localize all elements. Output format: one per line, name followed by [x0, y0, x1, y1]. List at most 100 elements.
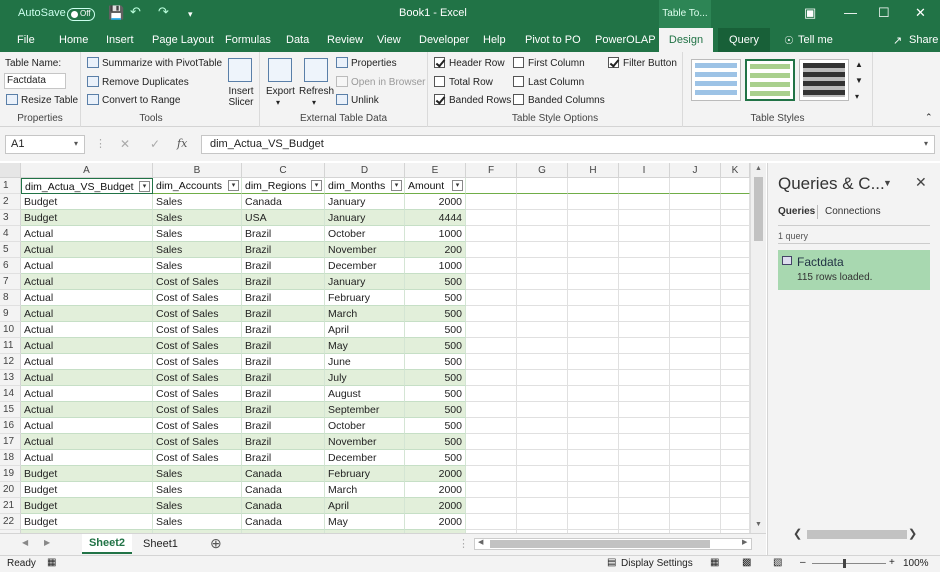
- empty-cell[interactable]: [517, 338, 568, 354]
- table-cell[interactable]: 500: [405, 402, 466, 418]
- table-cell[interactable]: Actual: [21, 242, 153, 258]
- table-cell[interactable]: Cost of Sales: [153, 402, 242, 418]
- insert-function-icon[interactable]: fx: [177, 137, 187, 150]
- undo-icon[interactable]: ↶: [130, 4, 141, 20]
- table-cell[interactable]: Budget: [21, 482, 153, 498]
- styles-scroll-up-icon[interactable]: ▲: [855, 60, 863, 69]
- macro-record-icon[interactable]: ▦: [47, 557, 56, 568]
- row-number[interactable]: 12: [0, 354, 21, 370]
- empty-cell[interactable]: [568, 210, 619, 226]
- empty-cell[interactable]: [619, 306, 670, 322]
- empty-cell[interactable]: [721, 322, 750, 338]
- hscroll-thumb[interactable]: [490, 540, 710, 548]
- table-cell[interactable]: 2000: [405, 514, 466, 530]
- pane-options-icon[interactable]: ▼: [883, 178, 892, 188]
- empty-cell[interactable]: [568, 514, 619, 530]
- empty-cell[interactable]: [670, 322, 721, 338]
- autosave-toggle[interactable]: Off: [67, 8, 95, 21]
- empty-cell[interactable]: [568, 450, 619, 466]
- empty-cell[interactable]: [568, 274, 619, 290]
- table-cell[interactable]: April: [325, 498, 405, 514]
- table-cell[interactable]: January: [325, 210, 405, 226]
- new-sheet-icon[interactable]: ⊕: [210, 535, 222, 552]
- table-cell[interactable]: Canada: [242, 498, 325, 514]
- query-item-factdata[interactable]: Factdata 115 rows loaded.: [778, 250, 930, 290]
- styles-more-icon[interactable]: ▾: [855, 92, 859, 101]
- empty-cell[interactable]: [721, 338, 750, 354]
- empty-cell[interactable]: [721, 178, 750, 194]
- table-cell[interactable]: Sales: [153, 242, 242, 258]
- hscroll-left-icon[interactable]: ◀: [478, 538, 483, 546]
- col-header-d[interactable]: D: [325, 163, 405, 178]
- table-cell[interactable]: January: [325, 194, 405, 210]
- table-cell[interactable]: November: [325, 434, 405, 450]
- empty-cell[interactable]: [721, 466, 750, 482]
- empty-cell[interactable]: [619, 274, 670, 290]
- empty-cell[interactable]: [466, 482, 517, 498]
- table-cell[interactable]: Cost of Sales: [153, 354, 242, 370]
- empty-cell[interactable]: [517, 194, 568, 210]
- table-cell[interactable]: 2000: [405, 498, 466, 514]
- empty-cell[interactable]: [568, 402, 619, 418]
- table-cell[interactable]: 500: [405, 450, 466, 466]
- table-cell[interactable]: Cost of Sales: [153, 290, 242, 306]
- sheet-tab-sheet2[interactable]: Sheet2: [82, 534, 132, 554]
- row-number[interactable]: 8: [0, 290, 21, 306]
- empty-cell[interactable]: [619, 322, 670, 338]
- tab-data[interactable]: Data: [286, 34, 309, 46]
- pane-close-icon[interactable]: ✕: [915, 174, 927, 191]
- table-cell[interactable]: Actual: [21, 226, 153, 242]
- row-number[interactable]: 14: [0, 386, 21, 402]
- empty-cell[interactable]: [670, 178, 721, 194]
- properties-button[interactable]: Properties: [336, 57, 397, 69]
- empty-cell[interactable]: [721, 194, 750, 210]
- empty-cell[interactable]: [670, 194, 721, 210]
- tabs-splitter-icon[interactable]: ⋮: [458, 537, 469, 550]
- table-cell[interactable]: Actual: [21, 258, 153, 274]
- header-cell[interactable]: dim_Actua_VS_Budget ▾: [21, 178, 153, 194]
- table-cell[interactable]: July: [325, 370, 405, 386]
- col-header-g[interactable]: G: [517, 163, 568, 178]
- page-break-view-icon[interactable]: ▧: [773, 557, 782, 568]
- empty-cell[interactable]: [466, 178, 517, 194]
- empty-cell[interactable]: [466, 370, 517, 386]
- table-cell[interactable]: Cost of Sales: [153, 306, 242, 322]
- empty-cell[interactable]: [517, 210, 568, 226]
- table-cell[interactable]: September: [325, 402, 405, 418]
- empty-cell[interactable]: [517, 290, 568, 306]
- styles-scroll-down-icon[interactable]: ▼: [855, 76, 863, 85]
- table-cell[interactable]: December: [325, 258, 405, 274]
- table-cell[interactable]: Cost of Sales: [153, 322, 242, 338]
- row-number[interactable]: 11: [0, 338, 21, 354]
- empty-cell[interactable]: [670, 482, 721, 498]
- empty-cell[interactable]: [517, 354, 568, 370]
- table-cell[interactable]: 200: [405, 242, 466, 258]
- table-style-dark[interactable]: [799, 59, 849, 101]
- table-cell[interactable]: Canada: [242, 466, 325, 482]
- share-icon[interactable]: ↗: [893, 34, 902, 47]
- table-cell[interactable]: Actual: [21, 274, 153, 290]
- pane-scroll-right-icon[interactable]: ❯: [908, 527, 917, 540]
- table-cell[interactable]: 500: [405, 322, 466, 338]
- table-cell[interactable]: Cost of Sales: [153, 434, 242, 450]
- row-number[interactable]: 13: [0, 370, 21, 386]
- table-cell[interactable]: Brazil: [242, 274, 325, 290]
- empty-cell[interactable]: [517, 402, 568, 418]
- empty-cell[interactable]: [466, 466, 517, 482]
- row-number[interactable]: 20: [0, 482, 21, 498]
- table-cell[interactable]: Canada: [242, 194, 325, 210]
- table-cell[interactable]: Sales: [153, 258, 242, 274]
- row-number[interactable]: 2: [0, 194, 21, 210]
- table-cell[interactable]: May: [325, 514, 405, 530]
- col-header-j[interactable]: J: [670, 163, 721, 178]
- empty-cell[interactable]: [517, 242, 568, 258]
- empty-cell[interactable]: [670, 450, 721, 466]
- table-cell[interactable]: Budget: [21, 498, 153, 514]
- table-style-green-selected[interactable]: [745, 59, 795, 101]
- empty-cell[interactable]: [721, 450, 750, 466]
- empty-cell[interactable]: [568, 386, 619, 402]
- table-cell[interactable]: 2000: [405, 194, 466, 210]
- table-cell[interactable]: Brazil: [242, 258, 325, 274]
- table-cell[interactable]: October: [325, 418, 405, 434]
- table-cell[interactable]: Sales: [153, 194, 242, 210]
